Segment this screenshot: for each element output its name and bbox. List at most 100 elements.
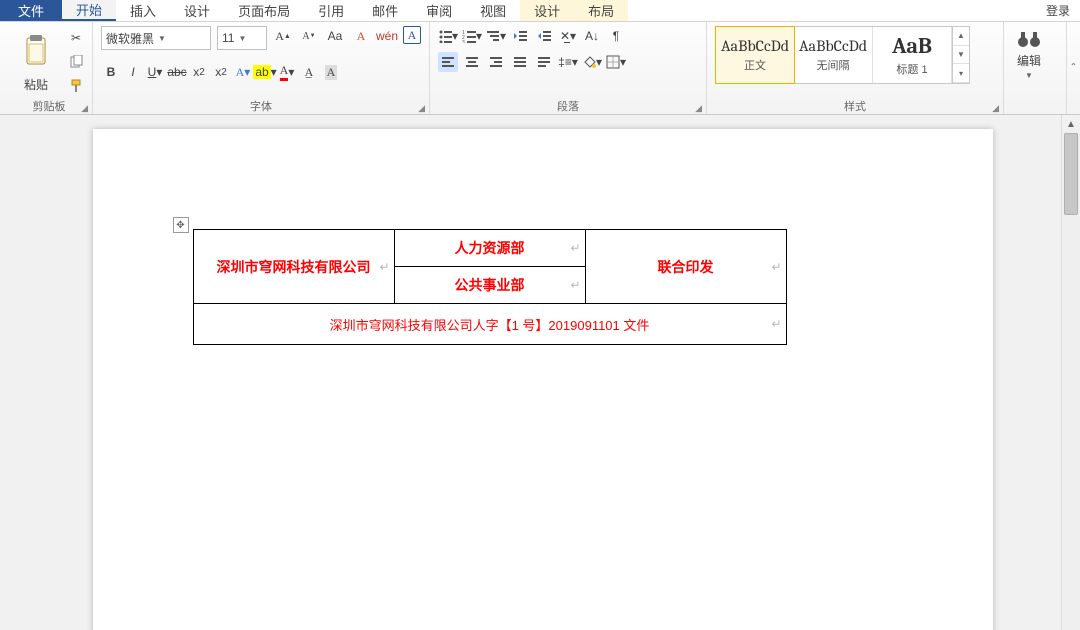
clipboard-launcher[interactable]: ◢ [81, 103, 88, 114]
strikethrough-button[interactable]: abc [167, 62, 187, 82]
table-cell-joint[interactable]: 联合印发↵ [585, 230, 786, 304]
justify-button[interactable] [510, 52, 530, 72]
paragraph-mark-icon: ↵ [771, 260, 781, 274]
underline-button[interactable]: U▾ [145, 62, 165, 82]
styles-launcher[interactable]: ◢ [992, 103, 999, 114]
bullets-button[interactable]: ▾ [438, 26, 458, 46]
font-launcher[interactable]: ◢ [418, 103, 425, 114]
scroll-thumb[interactable] [1064, 133, 1078, 215]
scroll-track[interactable] [1062, 133, 1080, 630]
bold-button[interactable]: B [101, 62, 121, 82]
tab-table-layout[interactable]: 布局 [574, 0, 628, 21]
shading-button[interactable]: ▾ [582, 52, 602, 72]
group-styles: AaBbCcDd 正文 AaBbCcDd 无间隔 AaB 标题 1 ▲ ▼ [707, 22, 1004, 114]
style-heading-1[interactable]: AaB 标题 1 [873, 27, 952, 83]
vertical-scrollbar[interactable]: ▲ ▼ [1061, 115, 1080, 630]
bucket-icon [582, 55, 596, 69]
table-cell-company[interactable]: 深圳市穹网科技有限公司↵ [193, 230, 394, 304]
more-icon: ▾ [953, 64, 969, 83]
enclose-char-button[interactable]: A̲ [299, 62, 319, 82]
paragraph-launcher[interactable]: ◢ [695, 103, 702, 114]
align-center-button[interactable] [462, 52, 482, 72]
paste-button[interactable]: 粘贴 [14, 26, 58, 95]
format-painter-button[interactable] [66, 76, 86, 96]
table-resize-handle[interactable] [785, 269, 795, 279]
change-case-button[interactable]: Aa [325, 26, 345, 46]
char-border-button[interactable]: A [403, 26, 421, 44]
line-spacing-button[interactable]: ‡≡▾ [558, 52, 578, 72]
align-left-button[interactable] [438, 52, 458, 72]
table-move-handle[interactable]: ✥ [173, 217, 189, 233]
clear-formatting-button[interactable]: wén [377, 26, 397, 46]
style-preview: AaB [892, 33, 932, 59]
page-viewport[interactable]: ✥ 深圳市穹网科技有限公司↵ 人力资源部↵ 联合印发↵ 公共事业部↵ 深圳市穹网… [24, 115, 1061, 630]
tab-table-design[interactable]: 设计 [520, 0, 574, 21]
editing-label: 编辑 [1017, 52, 1041, 69]
grow-font-button[interactable]: A▲ [273, 26, 293, 46]
copy-button[interactable] [66, 52, 86, 72]
asian-layout-button[interactable]: ✕̲▾ [558, 26, 578, 46]
file-tab[interactable]: 文件 [0, 0, 62, 21]
paste-label: 粘贴 [24, 76, 48, 93]
table-cell-public[interactable]: 公共事业部↵ [394, 267, 585, 304]
table-cell-hr[interactable]: 人力资源部 ↵ [394, 230, 585, 267]
scissors-icon: ✂ [71, 31, 81, 45]
subscript-button[interactable]: x2 [189, 62, 209, 82]
group-paragraph: ▾ 123▾ ▾ ✕̲▾ A↓ ¶ ‡≡▾ ▾ ▾ [430, 22, 707, 114]
cell-text: 公共事业部 [455, 277, 525, 293]
numbering-button[interactable]: 123▾ [462, 26, 482, 46]
font-size-combo[interactable]: 11▼ [217, 26, 267, 50]
phonetic-guide-button[interactable]: A [351, 26, 371, 46]
paragraph-mark-icon: ↵ [570, 241, 580, 255]
tab-insert[interactable]: 插入 [116, 0, 170, 21]
tab-design[interactable]: 设计 [170, 0, 224, 21]
brush-icon [69, 79, 83, 93]
decrease-indent-button[interactable] [510, 26, 530, 46]
multilevel-list-button[interactable]: ▾ [486, 26, 506, 46]
font-name-combo[interactable]: 微软雅黑▼ [101, 26, 211, 50]
table-cell-reference[interactable]: 深圳市穹网科技有限公司人字【1 号】2019091101 文件↵ [193, 304, 786, 345]
document-table[interactable]: ✥ 深圳市穹网科技有限公司↵ 人力资源部↵ 联合印发↵ 公共事业部↵ 深圳市穹网… [193, 229, 787, 345]
sort-button[interactable]: A↓ [582, 26, 602, 46]
group-clipboard: 粘贴 ✂ 剪贴板◢ [6, 22, 93, 114]
borders-button[interactable]: ▾ [606, 52, 626, 72]
tab-references[interactable]: 引用 [304, 0, 358, 21]
style-normal[interactable]: AaBbCcDd 正文 [715, 26, 795, 84]
paragraph-mark-icon: ↵ [379, 260, 389, 274]
cut-button[interactable]: ✂ [66, 28, 86, 48]
styles-gallery-more[interactable]: ▲ ▼ ▾ [952, 27, 969, 83]
align-right-button[interactable] [486, 52, 506, 72]
styles-gallery: AaBbCcDd 正文 AaBbCcDd 无间隔 AaB 标题 1 ▲ ▼ [715, 26, 970, 84]
tab-review[interactable]: 审阅 [412, 0, 466, 21]
tab-page-layout[interactable]: 页面布局 [224, 0, 304, 21]
align-left-icon [441, 55, 455, 69]
italic-button[interactable]: I [123, 62, 143, 82]
char-shading-button[interactable]: A [321, 62, 341, 82]
scroll-up-button[interactable]: ▲ [1062, 115, 1080, 133]
indent-icon [537, 29, 551, 43]
collapse-ribbon-button[interactable]: ˆ [1067, 22, 1080, 114]
tab-view[interactable]: 视图 [466, 0, 520, 21]
text-effects-button[interactable]: A▾ [233, 62, 253, 82]
numbering-icon: 123 [462, 29, 476, 43]
sign-in-link[interactable]: 登录 [1036, 0, 1080, 21]
shrink-font-button[interactable]: A▼ [299, 26, 319, 46]
style-no-spacing[interactable]: AaBbCcDd 无间隔 [794, 27, 873, 83]
font-color-button[interactable]: A▾ [277, 62, 297, 82]
tab-home[interactable]: 开始 [62, 0, 116, 21]
cell-text: 人力资源部 [455, 240, 525, 256]
show-marks-button[interactable]: ¶ [606, 26, 626, 46]
copy-icon [69, 55, 83, 69]
document-workspace: ✥ 深圳市穹网科技有限公司↵ 人力资源部↵ 联合印发↵ 公共事业部↵ 深圳市穹网… [0, 115, 1080, 630]
distribute-button[interactable] [534, 52, 554, 72]
document-page[interactable]: ✥ 深圳市穹网科技有限公司↵ 人力资源部↵ 联合印发↵ 公共事业部↵ 深圳市穹网… [93, 129, 993, 630]
align-center-icon [465, 55, 479, 69]
find-button[interactable]: 编辑 ▼ [1012, 26, 1046, 82]
highlight-button[interactable]: ab▾ [255, 62, 275, 82]
tab-mailings[interactable]: 邮件 [358, 0, 412, 21]
increase-indent-button[interactable] [534, 26, 554, 46]
bullets-icon [438, 29, 452, 43]
borders-icon [606, 55, 620, 69]
chevron-down-icon: ▼ [1025, 71, 1033, 80]
superscript-button[interactable]: x2 [211, 62, 231, 82]
